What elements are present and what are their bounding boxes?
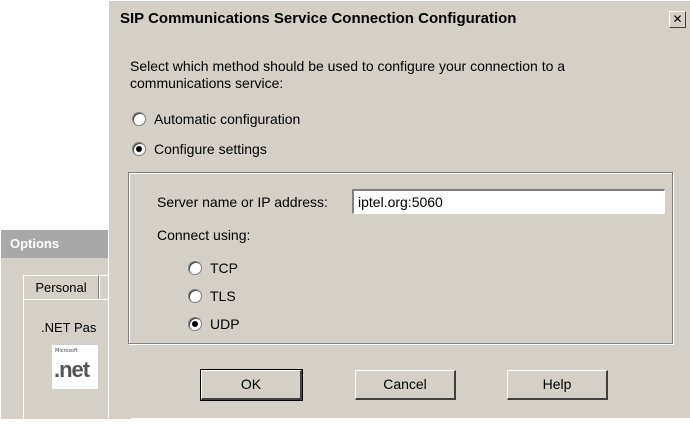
radio-automatic-label: Automatic configuration <box>154 111 301 127</box>
dotnet-logo-small-text: Microsoft <box>55 348 78 354</box>
cancel-button[interactable]: Cancel <box>355 370 456 400</box>
tab-personal[interactable]: Personal <box>23 275 99 300</box>
close-icon: ✕ <box>672 12 683 26</box>
radio-tls[interactable]: TLS <box>188 288 236 304</box>
dialog-titlebar: SIP Communications Service Connection Co… <box>112 5 689 32</box>
radio-tls-icon[interactable] <box>188 289 202 303</box>
dotnet-logo-text: .net <box>54 357 90 382</box>
radio-automatic-configuration[interactable]: Automatic configuration <box>132 111 300 127</box>
server-label: Server name or IP address: <box>157 194 328 210</box>
radio-udp-icon[interactable] <box>188 317 202 331</box>
radio-configure-label: Configure settings <box>154 141 267 157</box>
radio-udp[interactable]: UDP <box>188 316 240 332</box>
radio-tcp[interactable]: TCP <box>188 260 238 276</box>
radio-configure-settings[interactable]: Configure settings <box>132 141 267 157</box>
server-input[interactable] <box>352 189 665 214</box>
connect-using-label: Connect using: <box>157 227 251 243</box>
radio-tcp-icon[interactable] <box>188 261 202 275</box>
radio-automatic-icon[interactable] <box>132 112 146 126</box>
radio-configure-icon[interactable] <box>132 142 146 156</box>
radio-tls-label: TLS <box>210 288 236 304</box>
radio-tcp-label: TCP <box>210 260 238 276</box>
dotnet-logo: Microsoft .net <box>51 344 99 390</box>
dialog-description: Select which method should be used to co… <box>130 58 566 91</box>
dialog-title: SIP Communications Service Connection Co… <box>120 10 517 27</box>
sip-config-dialog: SIP Communications Service Connection Co… <box>108 0 690 418</box>
net-passport-label: .NET Pas <box>41 320 97 335</box>
ok-button[interactable]: OK <box>200 369 303 401</box>
radio-udp-label: UDP <box>210 316 240 332</box>
help-button[interactable]: Help <box>507 370 608 400</box>
close-button[interactable]: ✕ <box>669 11 686 28</box>
